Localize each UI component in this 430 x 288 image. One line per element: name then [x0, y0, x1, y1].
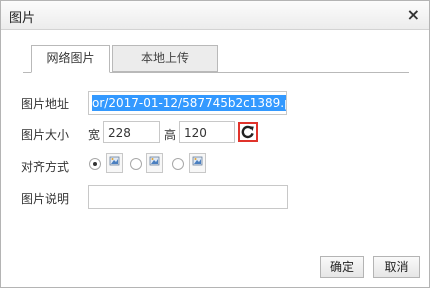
desc-input[interactable]	[88, 185, 288, 209]
desc-label: 图片说明	[21, 192, 70, 206]
align-left-option	[106, 153, 123, 173]
width-label: 宽	[88, 128, 101, 142]
height-input[interactable]: 120	[179, 121, 235, 143]
close-icon[interactable]: ×	[407, 5, 420, 24]
ok-button[interactable]: 确定	[320, 256, 364, 278]
width-input[interactable]: 228	[103, 121, 160, 143]
tab-bar: 网络图片 本地上传	[23, 45, 409, 73]
url-input[interactable]: or/2017-01-12/587745b2c1389.png	[88, 91, 287, 115]
image-icon	[149, 156, 160, 166]
refresh-size-button[interactable]	[238, 122, 258, 142]
refresh-icon	[241, 125, 254, 139]
align-right-option	[189, 153, 206, 173]
dialog-titlebar: 图片 ×	[1, 1, 429, 30]
height-label: 高	[164, 128, 177, 142]
image-icon	[192, 156, 203, 166]
image-icon	[109, 156, 120, 166]
url-selected-text: or/2017-01-12/587745b2c1389.png	[92, 95, 286, 111]
align-left-radio[interactable]	[89, 158, 101, 170]
align-right-radio[interactable]	[172, 158, 184, 170]
size-label: 图片大小	[21, 128, 70, 142]
align-center-radio[interactable]	[130, 158, 142, 170]
dialog-title: 图片	[9, 11, 36, 26]
url-label: 图片地址	[21, 97, 70, 111]
align-label: 对齐方式	[21, 160, 70, 174]
tab-local-upload[interactable]: 本地上传	[112, 45, 218, 72]
tab-label: 网络图片	[46, 51, 95, 65]
tab-label: 本地上传	[140, 51, 189, 65]
align-center-option	[146, 153, 163, 173]
cancel-button[interactable]: 取消	[373, 256, 420, 278]
tab-network-image[interactable]: 网络图片	[31, 45, 110, 73]
image-dialog: 图片 × 网络图片 本地上传 图片地址 or/2017-01-12/587745…	[0, 0, 430, 288]
